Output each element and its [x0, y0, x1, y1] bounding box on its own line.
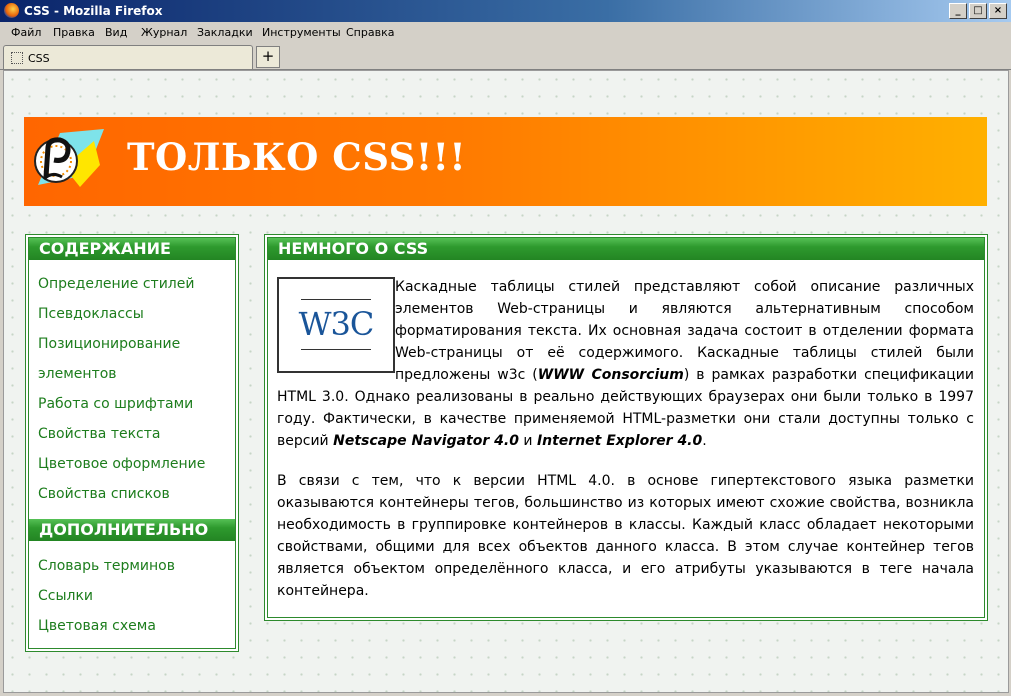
maximize-button[interactable]: □: [969, 3, 987, 19]
article-paragraph-1: Каскадные таблицы стилей представляют со…: [277, 276, 974, 452]
sidebar: СОДЕРЖАНИЕ Определение стилей Псевдоклас…: [25, 234, 239, 652]
tab-label: CSS: [28, 52, 50, 65]
menu-view[interactable]: Вид: [105, 26, 127, 39]
p1-emphasis-w3c: WWW Consorcium: [537, 367, 684, 383]
p1-text-g: .: [702, 433, 707, 449]
window-controls: _ □ ×: [949, 3, 1007, 19]
sidebar-link-list-properties[interactable]: Свойства списков: [38, 486, 170, 502]
tab-css[interactable]: CSS: [3, 45, 253, 69]
menu-bar: Файл Правка Вид Журнал Закладки Инструме…: [0, 22, 1011, 43]
window-title: CSS - Mozilla Firefox: [24, 4, 163, 18]
menu-edit[interactable]: Правка: [53, 26, 95, 39]
menu-tools[interactable]: Инструменты: [262, 26, 341, 39]
p1-emphasis-ie: Internet Explorer 4.0: [536, 433, 703, 449]
menu-history[interactable]: Журнал: [141, 26, 187, 39]
sidebar-heading-additional: ДОПОЛНИТЕЛЬНО: [29, 519, 235, 541]
header-banner: ТОЛЬКО CSS!!!: [24, 117, 987, 206]
p1-emphasis-netscape: Netscape Navigator 4.0: [333, 433, 519, 449]
close-button[interactable]: ×: [989, 3, 1007, 19]
menu-bookmarks[interactable]: Закладки: [197, 26, 253, 39]
firefox-icon: [4, 3, 19, 18]
menu-file[interactable]: Файл: [11, 26, 41, 39]
article-heading: НЕМНОГО О CSS: [268, 238, 984, 260]
sidebar-link-style-definition[interactable]: Определение стилей: [38, 276, 194, 292]
sidebar-link-glossary[interactable]: Словарь терминов: [38, 558, 175, 574]
article-paragraph-2: В связи с тем, что к версии HTML 4.0. в …: [277, 473, 974, 599]
sidebar-link-positioning-elements[interactable]: элементов: [38, 366, 117, 382]
page-title: ТОЛЬКО CSS!!!: [127, 135, 467, 179]
sidebar-link-links[interactable]: Ссылки: [38, 588, 93, 604]
sidebar-link-text-properties[interactable]: Свойства текста: [38, 426, 160, 442]
page-content: ТОЛЬКО CSS!!! СОДЕРЖАНИЕ Определение сти…: [3, 70, 1009, 693]
minimize-button[interactable]: _: [949, 3, 967, 19]
p1-text-e: и: [518, 433, 537, 449]
tab-bar: CSS +: [0, 43, 1011, 70]
site-logo-icon: [34, 129, 104, 187]
sidebar-link-color-design[interactable]: Цветовое оформление: [38, 456, 205, 472]
window-titlebar: CSS - Mozilla Firefox _ □ ×: [0, 0, 1011, 22]
new-tab-button[interactable]: +: [256, 46, 280, 68]
sidebar-link-pseudoclasses[interactable]: Псевдоклассы: [38, 306, 144, 322]
sidebar-link-positioning[interactable]: Позиционирование: [38, 336, 180, 352]
sidebar-link-fonts[interactable]: Работа со шрифтами: [38, 396, 193, 412]
main-article: НЕМНОГО О CSS W3C Каскадные таблицы стил…: [264, 234, 988, 621]
sidebar-link-color-scheme[interactable]: Цветовая схема: [38, 618, 156, 634]
page-favicon-icon: [11, 52, 23, 64]
menu-help[interactable]: Справка: [346, 26, 394, 39]
sidebar-heading-contents: СОДЕРЖАНИЕ: [29, 238, 235, 260]
